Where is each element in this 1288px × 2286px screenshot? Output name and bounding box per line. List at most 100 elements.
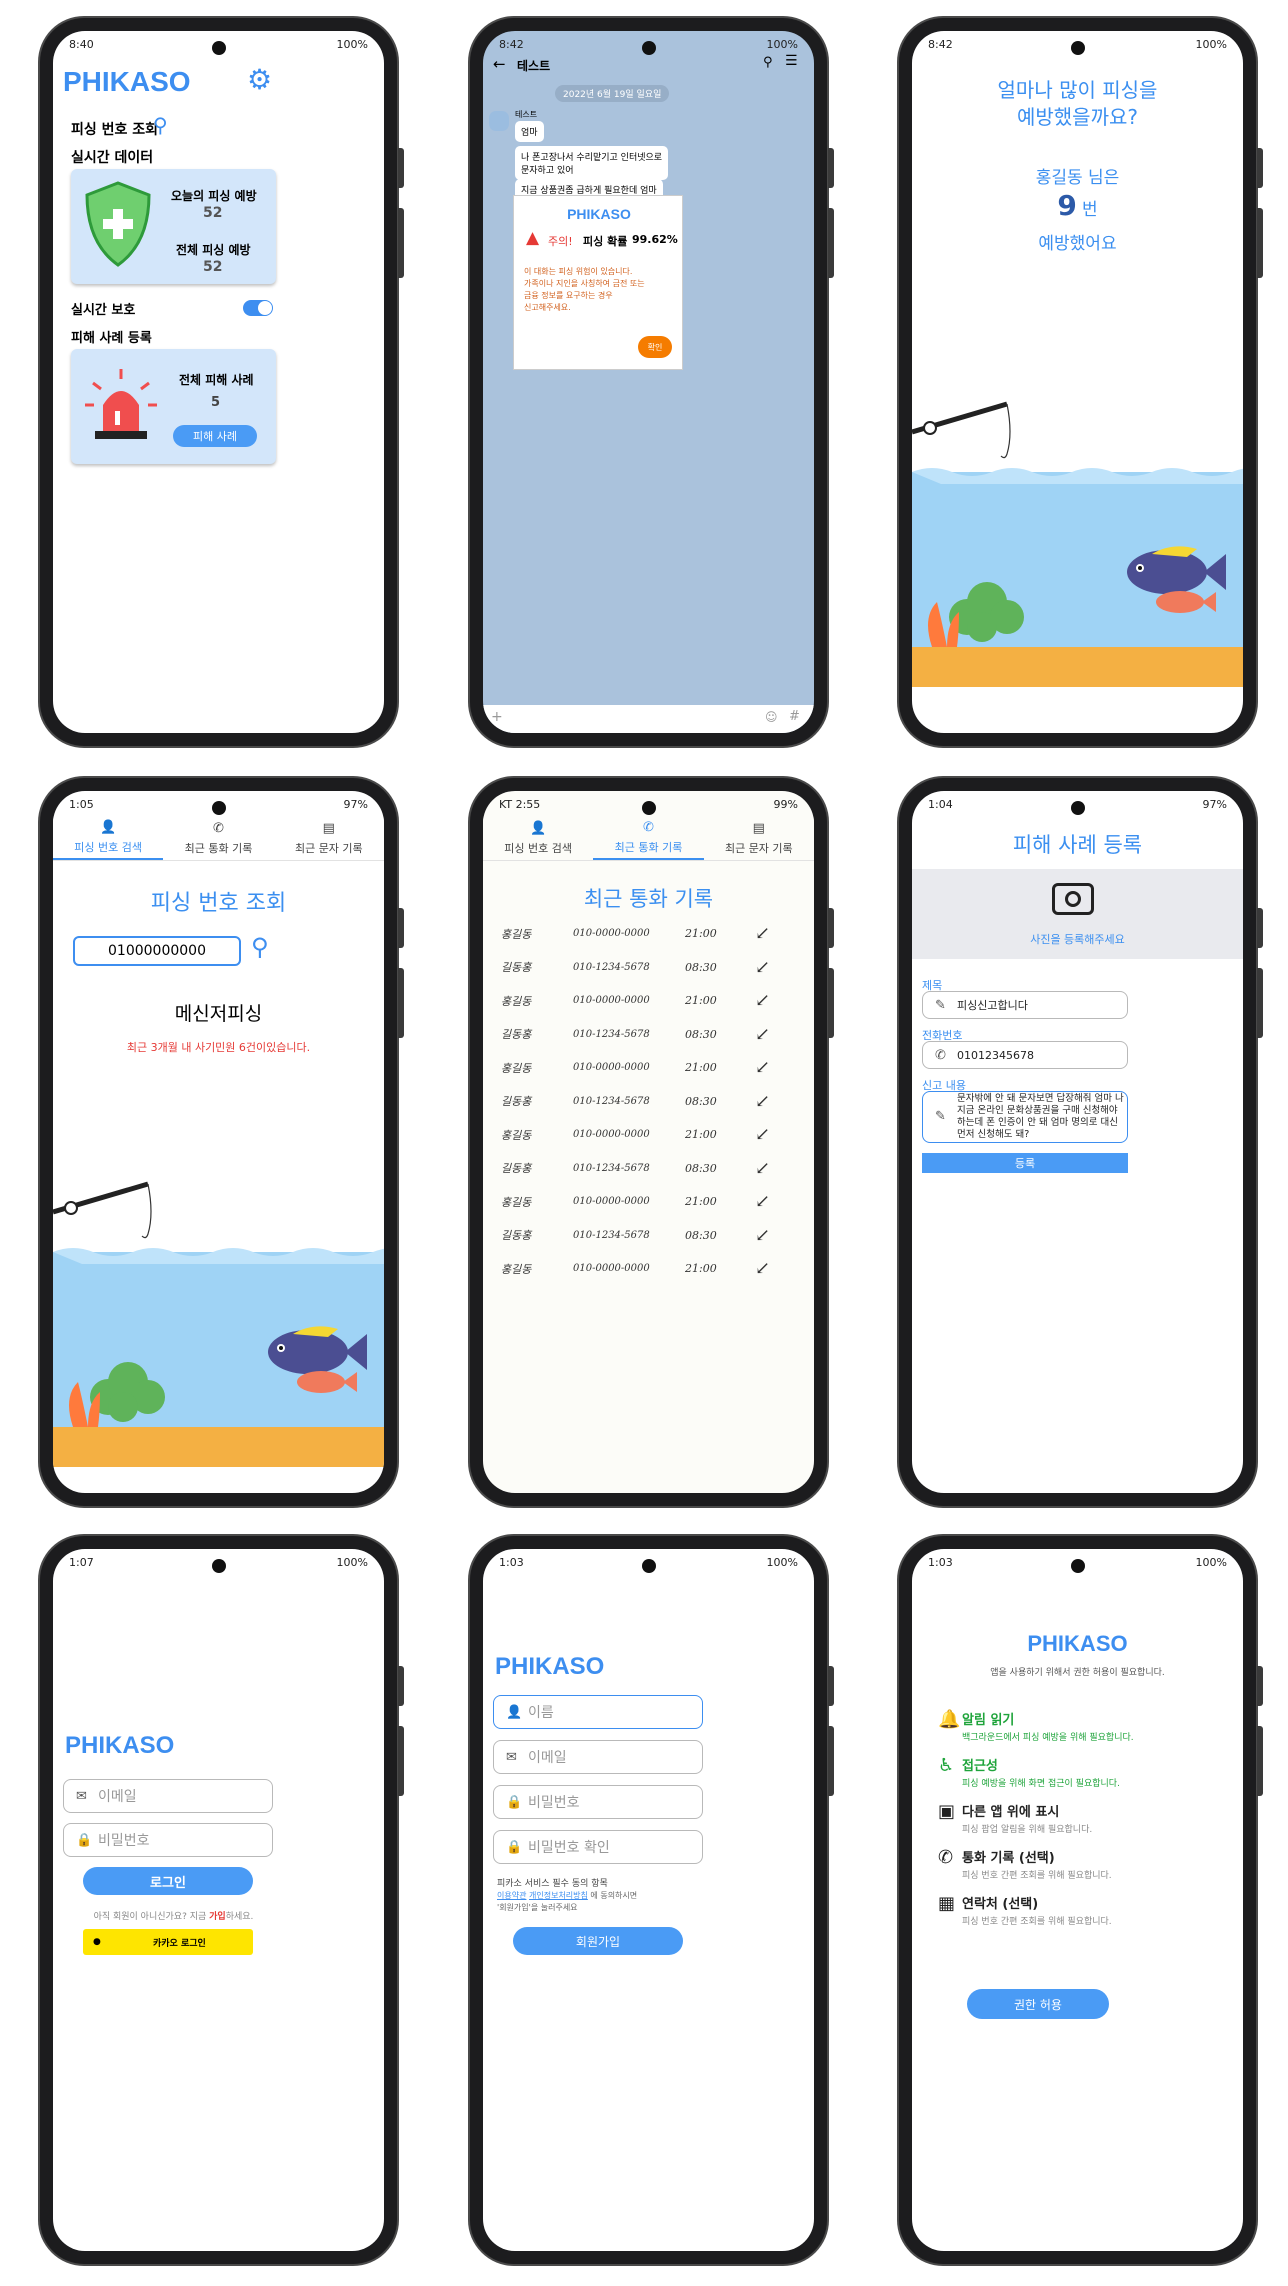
result-warning: 최근 3개월 내 사기민원 6건이있습니다. (126, 1041, 311, 1054)
tab-number-search[interactable]: 👤 피싱 번호 검색 (53, 817, 164, 860)
allow-button[interactable]: 권한 허용 (967, 1989, 1109, 2019)
call-name: 길동홍 (501, 1095, 532, 1108)
confirm-button[interactable]: 확인 (638, 336, 672, 358)
privacy-link[interactable]: 개인정보처리방침 (529, 1891, 588, 1900)
call-time: 21:00 (685, 927, 717, 940)
call-row[interactable]: 길동홍 010-1234-5678 08:30 ↙ (501, 1219, 801, 1252)
search-icon[interactable]: ⚲ (251, 933, 269, 961)
call-row[interactable]: 길동홍 010-1234-5678 08:30 ↙ (501, 1152, 801, 1185)
call-time: 08:30 (685, 1094, 717, 1108)
phone-value: 01012345678 (957, 1048, 1034, 1062)
terms-link[interactable]: 이용약관 (497, 1891, 526, 1900)
status-time: KT 2:55 (499, 797, 541, 811)
call-time: 08:30 (685, 1027, 717, 1041)
permission-item: 🔔 알림 읽기 백그라운드에서 피싱 예방을 위해 필요합니다. (938, 1709, 1134, 1743)
incoming-arrow-icon: ↙ (755, 1057, 771, 1078)
email-field[interactable]: ✉ 이메일 (493, 1740, 703, 1774)
search-icon[interactable]: ⚲ (153, 113, 168, 137)
call-name: 길동홍 (501, 961, 532, 974)
tab-recent-messages[interactable]: ▤ 최근 문자 기록 (704, 817, 814, 860)
mail-icon: ✉ (506, 1749, 517, 1765)
emoji-icon[interactable]: ☺ (765, 710, 778, 724)
prevent-count: 9 (1057, 189, 1077, 222)
call-phone: 010-1234-5678 (573, 961, 650, 973)
call-time: 21:00 (685, 1128, 717, 1141)
photo-upload[interactable]: 사진을 등록해주세요 (912, 869, 1243, 959)
camera-hole (1070, 801, 1085, 815)
status-time: 1:07 (69, 1555, 94, 1569)
call-name: 길동홍 (501, 1229, 532, 1242)
tab-recent-calls[interactable]: ✆ 최근 통화 기록 (163, 817, 273, 860)
signup-link[interactable]: 가입 (209, 1912, 226, 1922)
call-name: 홍길동 (501, 927, 532, 941)
call-phone: 010-1234-5678 (573, 1229, 650, 1241)
submit-button[interactable]: 등록 (922, 1153, 1128, 1173)
login-button[interactable]: 로그인 (83, 1867, 253, 1895)
status-battery: 100% (1195, 1555, 1227, 1569)
call-row[interactable]: 홍길동 010-0000-0000 21:00 ↙ (501, 1185, 801, 1218)
phone-icon: ✆ (938, 1847, 954, 1868)
content-field[interactable]: ✎ 문자밖에 안 돼 문자보면 답장해줘 엄마 나 지금 온라인 문화상품권을 구… (922, 1091, 1128, 1143)
chat-search-icon[interactable]: ⚲ (763, 55, 773, 70)
number-input[interactable]: 01000000000 (73, 936, 241, 966)
phone-field[interactable]: ✆ 01012345678 (922, 1041, 1128, 1069)
call-row[interactable]: 홍길동 010-0000-0000 21:00 ↙ (501, 1051, 801, 1084)
app-logo: PHIKASO (1027, 1631, 1128, 1656)
email-field[interactable]: ✉ 이메일 (63, 1779, 273, 1813)
permission-title: 접근성 (962, 1759, 998, 1774)
prevent-tail: 예방했어요 (1038, 234, 1117, 254)
call-time: 08:30 (685, 1228, 717, 1242)
password-field[interactable]: 🔒 비밀번호 (63, 1823, 273, 1857)
total-value: 52 (203, 259, 223, 275)
title-value: 피싱신고합니다 (957, 999, 1028, 1012)
report-section-label: 피해 사례 등록 (71, 331, 152, 346)
phone-icon: ✆ (643, 820, 654, 835)
call-row[interactable]: 홍길동 010-0000-0000 21:00 ↙ (501, 984, 801, 1017)
pencil-icon: ✎ (935, 1108, 946, 1124)
popup-logo: PHIKASO (567, 206, 631, 222)
call-phone: 010-0000-0000 (573, 995, 650, 1006)
name-field[interactable]: 👤 이름 (493, 1695, 703, 1729)
page-title: 피싱 번호 조회 (150, 891, 287, 916)
message-bubble: 나 폰고장나서 수리맡기고 인터넷으로 문자하고 있어 (515, 146, 669, 180)
phone-stats: 8:42 100% 얼마나 많이 피싱을 예방했을까요? 홍길동 님은 9 번 예… (899, 18, 1263, 746)
call-phone: 010-0000-0000 (573, 1263, 650, 1274)
signup-button[interactable]: 회원가입 (513, 1927, 683, 1955)
tab-recent-calls[interactable]: ✆ 최근 통화 기록 (593, 817, 704, 860)
call-row[interactable]: 길동홍 010-1234-5678 08:30 ↙ (501, 1018, 801, 1051)
call-time: 21:00 (685, 1262, 717, 1275)
call-row[interactable]: 홍길동 010-0000-0000 21:00 ↙ (501, 1118, 801, 1151)
today-value: 52 (203, 205, 223, 221)
result-type: 메신저피싱 (174, 1003, 263, 1025)
kakao-login-button[interactable]: ● 카카오 로그인 (83, 1929, 253, 1955)
call-phone: 010-0000-0000 (573, 1196, 650, 1207)
call-name: 홍길동 (501, 1061, 532, 1075)
prevent-unit: 번 (1081, 200, 1098, 220)
message-icon: ▤ (322, 821, 335, 836)
password-confirm-field[interactable]: 🔒 비밀번호 확인 (493, 1830, 703, 1864)
status-battery: 100% (766, 37, 798, 51)
call-row[interactable]: 홍길동 010-0000-0000 21:00 ↙ (501, 917, 801, 950)
call-row[interactable]: 길동홍 010-1234-5678 08:30 ↙ (501, 951, 801, 984)
hash-icon[interactable]: # (789, 709, 800, 724)
call-time: 21:00 (685, 1061, 717, 1074)
cases-button[interactable]: 피해 사례 (173, 425, 257, 447)
call-row[interactable]: 길동홍 010-1234-5678 08:30 ↙ (501, 1085, 801, 1118)
password-field[interactable]: 🔒 비밀번호 (493, 1785, 703, 1819)
tab-number-search[interactable]: 👤 피싱 번호 검색 (483, 817, 593, 860)
permission-item: ▦ 연락처 (선택) 피싱 번호 간편 조회를 위해 필요합니다. (938, 1893, 1112, 1927)
title-field[interactable]: ✎ 피싱신고합니다 (922, 991, 1128, 1019)
warning-icon: ▲ (526, 228, 540, 248)
tab-recent-messages[interactable]: ▤ 최근 문자 기록 (274, 817, 384, 860)
camera-hole (641, 1559, 656, 1573)
plus-icon[interactable]: + (491, 709, 503, 725)
status-battery: 100% (336, 37, 368, 51)
call-time: 21:00 (685, 1195, 717, 1208)
permission-desc: 백그라운드에서 피싱 예방을 위해 필요합니다. (962, 1733, 1134, 1743)
call-row[interactable]: 홍길동 010-0000-0000 21:00 ↙ (501, 1252, 801, 1285)
protect-toggle[interactable] (243, 300, 273, 316)
permissions-screen: 1:03 100% PHIKASO 앱을 사용하기 위해서 권한 허용이 필요합니… (912, 1549, 1243, 2251)
back-arrow-icon[interactable]: ← (493, 55, 506, 73)
phone-icon: ✆ (213, 821, 224, 836)
settings-gear-icon[interactable]: ⚙ (247, 63, 272, 96)
